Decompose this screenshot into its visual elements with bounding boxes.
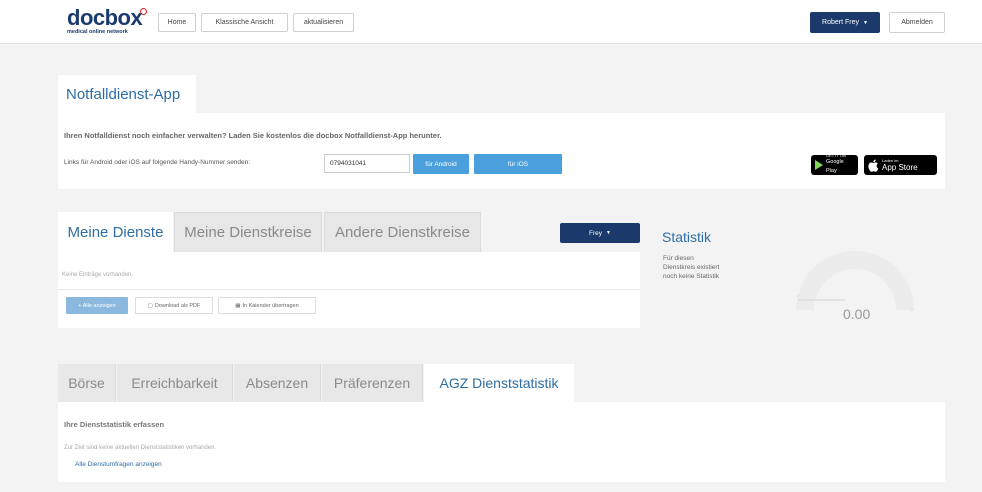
pdf-button-label: Download als PDF — [154, 302, 201, 309]
tab-absenzen[interactable]: Absenzen — [234, 364, 321, 402]
app-store-badge[interactable]: Laden im App Store — [864, 155, 937, 175]
refresh-button[interactable]: aktualisieren — [293, 13, 354, 32]
tab-meine-dienstkreise[interactable]: Meine Dienstkreise — [174, 212, 322, 252]
logo-mark-icon — [140, 8, 147, 15]
phone-label: Links für Android oder iOS auf folgende … — [64, 159, 251, 166]
app-headline: Ihren Notfalldienst noch einfacher verwa… — [64, 131, 442, 140]
dienststatistik-note: Zur Zeit sind keine aktuellen Dienststat… — [64, 445, 217, 451]
download-pdf-button[interactable]: ▢ Download als PDF — [135, 297, 213, 314]
send-ios-button[interactable]: für iOS — [474, 154, 562, 174]
export-calendar-button[interactable]: ▦ In Kalender übertragen — [218, 297, 316, 314]
logo-text: docbox — [67, 5, 143, 30]
dienste-panel: Keine Einträge vorhanden. + Alle anzeige… — [58, 252, 640, 328]
classic-view-button[interactable]: Klassische Ansicht — [201, 13, 288, 32]
user-name: Robert Frey — [822, 19, 859, 26]
dienstkreis-filter-dropdown[interactable]: Frey ▼ — [560, 223, 640, 243]
statistik-description: Für diesen Dienstkreis existiert noch ke… — [663, 255, 720, 280]
gauge-value: 0.00 — [843, 306, 871, 322]
home-button[interactable]: Home — [158, 13, 196, 32]
gauge-min-marker — [797, 295, 799, 297]
logout-button[interactable]: Abmelden — [889, 12, 945, 33]
divider — [58, 289, 640, 290]
dienststatistik-title: Ihre Dienststatistik erfassen — [64, 420, 165, 429]
google-play-text: Google Play — [826, 159, 844, 174]
statistik-heading: Statistik — [662, 229, 712, 245]
calendar-button-label: In Kalender übertragen — [242, 302, 299, 309]
tab-meine-dienste[interactable]: Meine Dienste — [58, 212, 173, 252]
chevron-down-icon: ▼ — [606, 230, 611, 236]
send-android-button[interactable]: für Android — [413, 154, 469, 174]
tab-boerse[interactable]: Börse — [58, 364, 116, 402]
tab-andere-dienstkreise[interactable]: Andere Dienstkreise — [324, 212, 481, 252]
pdf-icon: ▢ — [147, 302, 153, 309]
top-navbar: docbox medical online network Home Klass… — [0, 0, 982, 44]
tab-erreichbarkeit[interactable]: Erreichbarkeit — [117, 364, 233, 402]
user-menu-button[interactable]: Robert Frey ▼ — [810, 12, 880, 33]
calendar-icon: ▦ — [235, 302, 241, 309]
apple-icon — [868, 159, 879, 172]
gauge-max-marker — [911, 309, 913, 311]
google-play-badge[interactable]: GET IT ON Google Play — [811, 154, 858, 175]
docbox-logo[interactable]: docbox medical online network — [67, 6, 149, 38]
gauge-track — [796, 251, 914, 311]
google-play-icon — [815, 160, 823, 170]
dienststatistik-panel: Ihre Dienststatistik erfassen Zur Zeit s… — [58, 402, 945, 482]
app-download-panel: Ihren Notfalldienst noch einfacher verwa… — [58, 113, 945, 189]
chevron-down-icon: ▼ — [863, 19, 868, 26]
filter-label: Frey — [589, 229, 603, 237]
app-store-text: App Store — [882, 162, 918, 172]
logo-tagline: medical online network — [67, 29, 128, 35]
tab-praeferenzen[interactable]: Präferenzen — [322, 364, 423, 402]
show-all-button[interactable]: + Alle anzeigen — [66, 297, 128, 314]
all-surveys-link[interactable]: Alle Dienstumfragen anzeigen — [75, 461, 162, 468]
empty-state-text: Keine Einträge vorhanden. — [62, 272, 134, 278]
tab-agz-dienststatistik[interactable]: AGZ Dienststatistik — [424, 364, 574, 402]
phone-number-input[interactable] — [324, 154, 410, 173]
tab-notfalldienst-app[interactable]: Notfalldienst-App — [58, 75, 196, 113]
